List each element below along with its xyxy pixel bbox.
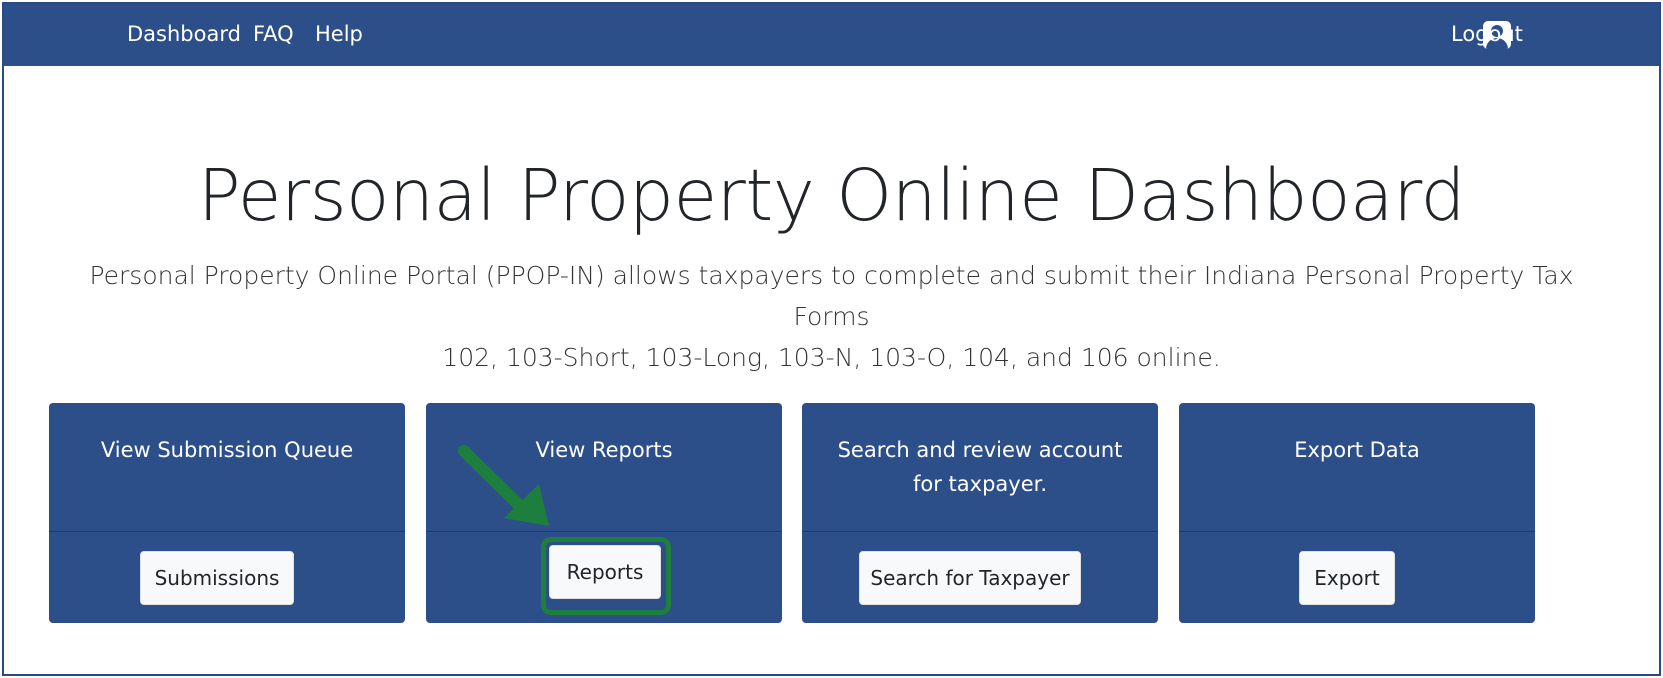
submissions-button[interactable]: Submissions <box>140 551 294 605</box>
card-title-line: Search and review account <box>837 438 1123 462</box>
page-description-line2: 102, 103-Short, 103-Long, 103-N, 103-O, … <box>442 343 1221 372</box>
top-navbar: Dashboard FAQ Help Logout <box>4 4 1659 66</box>
card-title: View Reports <box>436 433 772 467</box>
search-for-taxpayer-button[interactable]: Search for Taxpayer <box>859 551 1081 605</box>
card-title: View Submission Queue <box>59 433 395 467</box>
card-submission-queue: View Submission Queue Submissions <box>49 403 405 623</box>
card-divider <box>49 531 405 532</box>
nav-help-link[interactable]: Help <box>315 22 363 46</box>
nav-faq-link[interactable]: FAQ <box>253 22 294 46</box>
card-title-line: View Submission Queue <box>100 438 354 462</box>
card-title: Export Data <box>1189 433 1525 467</box>
export-button[interactable]: Export <box>1299 551 1395 605</box>
page-title: Personal Property Online Dashboard <box>197 154 1466 237</box>
card-search-taxpayer: Search and review account for taxpayer. … <box>802 403 1158 623</box>
page-frame: Dashboard FAQ Help Logout Personal Prope… <box>2 2 1661 676</box>
card-title: Search and review account for taxpayer. <box>812 433 1148 501</box>
logout-link[interactable]: Logout <box>1451 22 1523 46</box>
card-divider <box>802 531 1158 532</box>
card-title-line: for taxpayer. <box>912 472 1047 496</box>
page-description: Personal Property Online Portal (PPOP-IN… <box>64 255 1599 378</box>
card-title-line: View Reports <box>535 438 673 462</box>
reports-button[interactable]: Reports <box>549 545 661 599</box>
card-view-reports: View Reports Reports <box>426 403 782 623</box>
card-divider <box>426 531 782 532</box>
page-description-line1: Personal Property Online Portal (PPOP-IN… <box>89 261 1574 331</box>
nav-dashboard-link[interactable]: Dashboard <box>127 22 241 46</box>
card-title-line: Export Data <box>1294 438 1420 462</box>
card-divider <box>1179 531 1535 532</box>
card-export-data: Export Data Export <box>1179 403 1535 623</box>
